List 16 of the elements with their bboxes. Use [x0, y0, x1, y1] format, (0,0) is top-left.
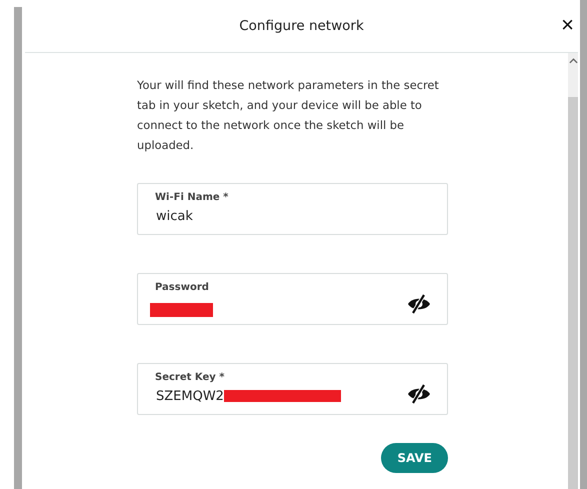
field-label: Password — [155, 282, 210, 293]
scroll-up-icon[interactable] — [568, 58, 578, 64]
field-label: Secret Key * — [155, 372, 226, 383]
scrollbar[interactable] — [568, 53, 578, 489]
hidden-eye-icon[interactable] — [407, 384, 431, 404]
field-label: Wi-Fi Name * — [155, 192, 230, 203]
description-text: Your will find these network parameters in the secret tab in your sketch, and your device will be able to connect to the network once the sketch will be uploaded. — [137, 77, 440, 154]
field-value: SZEMQW2 — [156, 388, 224, 404]
dialog-title: Configure network — [239, 18, 364, 34]
input-field[interactable]: Wi-Fi Name * wicak — [137, 183, 448, 235]
save-button[interactable]: SAVE — [381, 443, 448, 473]
hidden-eye-icon[interactable] — [407, 294, 431, 314]
input-field[interactable]: Password — [137, 273, 448, 325]
close-button[interactable]: × — [557, 14, 578, 36]
input-field[interactable]: Secret Key * SZEMQW2 — [137, 363, 448, 415]
field-value: wicak — [156, 208, 193, 224]
